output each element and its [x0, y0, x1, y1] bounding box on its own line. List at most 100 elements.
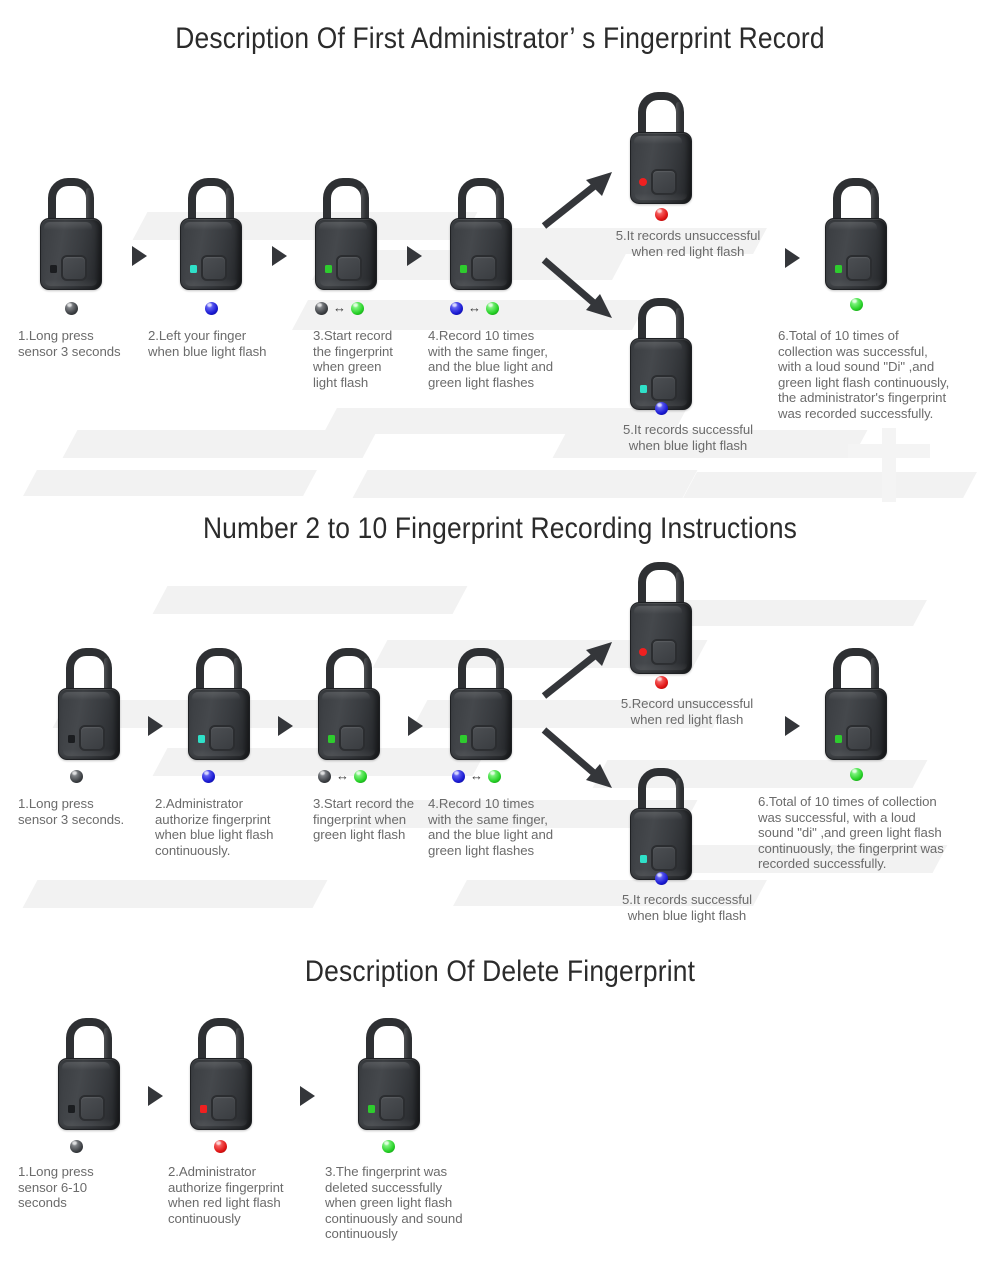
lock-body	[825, 688, 887, 760]
caption-s2-step4: 4.Record 10 times with the same finger, …	[428, 796, 554, 858]
arrow-right-icon	[132, 246, 147, 266]
light-orb-blue	[450, 302, 463, 315]
fingerprint-sensor-icon	[651, 639, 677, 665]
lock-body	[630, 602, 692, 674]
fingerprint-sensor-icon	[471, 255, 497, 281]
fingerprint-sensor-icon	[846, 255, 872, 281]
light-orb-dark	[318, 770, 331, 783]
lock-body	[450, 218, 512, 290]
led-indicator	[325, 265, 332, 273]
infographic-page: Description Of First Administrator’ s Fi…	[0, 0, 1000, 1283]
padlock-s2-step3	[318, 648, 380, 760]
led-indicator	[639, 178, 647, 186]
lock-body	[318, 688, 380, 760]
branch-arrow-up-icon	[541, 172, 612, 229]
light-orb-green	[351, 302, 364, 315]
padlock-s1-step2	[180, 178, 242, 290]
led-indicator	[190, 265, 197, 273]
padlock-s3-step1	[58, 1018, 120, 1130]
arrow-right-icon	[785, 248, 800, 268]
lock-body	[450, 688, 512, 760]
padlock-s2-step1	[58, 648, 120, 760]
light-orb-red	[655, 676, 668, 689]
fingerprint-sensor-icon	[201, 255, 227, 281]
padlock-s2-step5-success	[630, 768, 692, 880]
branch-arrow-up-icon	[541, 642, 612, 699]
light-orb-blue	[202, 770, 215, 783]
led-indicator	[640, 855, 647, 863]
lock-body	[40, 218, 102, 290]
lock-body	[180, 218, 242, 290]
fingerprint-sensor-icon	[651, 375, 677, 401]
fingerprint-sensor-icon	[79, 1095, 105, 1121]
led-indicator	[835, 735, 842, 743]
led-indicator	[835, 265, 842, 273]
caption-s1-step5-fail: 5.It records unsuccessful when red light…	[615, 228, 761, 259]
arrow-right-icon	[148, 716, 163, 736]
padlock-s1-step6	[825, 178, 887, 290]
caption-s3-step3: 3.The fingerprint was deleted successful…	[325, 1164, 463, 1242]
section-title-user-record: Number 2 to 10 Fingerprint Recording Ins…	[202, 512, 798, 545]
light-orb-blue	[205, 302, 218, 315]
double-arrow-icon: ↔	[470, 768, 483, 783]
led-indicator	[460, 265, 467, 273]
padlock-s1-step1	[40, 178, 102, 290]
led-indicator	[50, 265, 57, 273]
padlock-s2-step2	[188, 648, 250, 760]
branch-arrow-down-icon	[541, 257, 612, 318]
light-orb-green	[486, 302, 499, 315]
light-orb-green	[850, 768, 863, 781]
fingerprint-sensor-icon	[211, 1095, 237, 1121]
light-orb-green	[850, 298, 863, 311]
light-orb-dark	[315, 302, 328, 315]
light-orb-red	[214, 1140, 227, 1153]
caption-s2-step1: 1.Long press sensor 3 seconds.	[18, 796, 125, 827]
fingerprint-sensor-icon	[379, 1095, 405, 1121]
double-arrow-icon: ↔	[333, 300, 346, 315]
caption-s2-step5-fail: 5.Record unsuccessful when red light fla…	[620, 696, 754, 727]
light-orb-blue	[452, 770, 465, 783]
fingerprint-sensor-icon	[79, 725, 105, 751]
light-orb-green	[488, 770, 501, 783]
led-indicator	[640, 385, 647, 393]
light-orb-red	[655, 208, 668, 221]
arrow-right-icon	[148, 1086, 163, 1106]
fingerprint-sensor-icon	[846, 725, 872, 751]
caption-s2-step5-success: 5.It records successful when blue light …	[621, 892, 753, 923]
led-indicator	[68, 1105, 75, 1113]
lock-body	[58, 1058, 120, 1130]
double-arrow-icon: ↔	[468, 300, 481, 315]
section-title-delete-fingerprint: Description Of Delete Fingerprint	[304, 955, 696, 988]
light-orb-pair-s2-step3: ↔	[318, 768, 367, 783]
double-arrow-icon: ↔	[336, 768, 349, 783]
section-title-admin-record: Description Of First Administrator’ s Fi…	[175, 22, 825, 55]
light-orb-blue	[655, 402, 668, 415]
arrow-right-icon	[278, 716, 293, 736]
caption-s1-step4: 4.Record 10 times with the same finger, …	[428, 328, 554, 390]
led-indicator	[68, 735, 75, 743]
lock-body	[825, 218, 887, 290]
led-indicator	[368, 1105, 375, 1113]
padlock-s1-step5-success	[630, 298, 692, 410]
fingerprint-sensor-icon	[471, 725, 497, 751]
light-orb-blue	[655, 872, 668, 885]
padlock-s1-step4	[450, 178, 512, 290]
padlock-s1-step3	[315, 178, 377, 290]
lock-body	[630, 808, 692, 880]
fingerprint-sensor-icon	[209, 725, 235, 751]
arrow-right-icon	[272, 246, 287, 266]
caption-s1-step6: 6.Total of 10 times of collection was su…	[778, 328, 950, 421]
led-indicator	[200, 1105, 207, 1113]
fingerprint-sensor-icon	[61, 255, 87, 281]
arrow-right-icon	[785, 716, 800, 736]
lock-body	[190, 1058, 252, 1130]
light-orb-dark	[65, 302, 78, 315]
caption-s3-step1: 1.Long press sensor 6-10 seconds	[18, 1164, 94, 1211]
caption-s1-step1: 1.Long press sensor 3 seconds	[18, 328, 121, 359]
lock-body	[358, 1058, 420, 1130]
arrow-right-icon	[407, 246, 422, 266]
fingerprint-sensor-icon	[336, 255, 362, 281]
padlock-s3-step3	[358, 1018, 420, 1130]
led-indicator	[639, 648, 647, 656]
padlock-s3-step2	[190, 1018, 252, 1130]
